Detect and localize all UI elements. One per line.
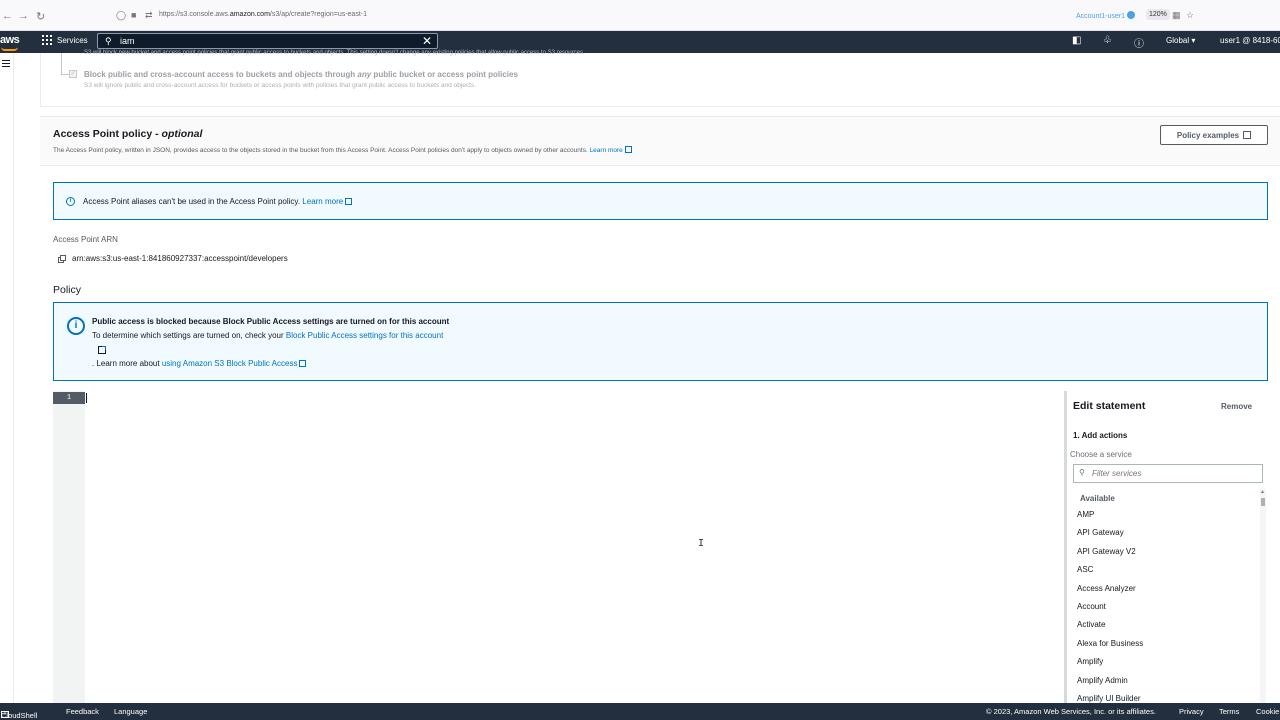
using-block-public-access-link[interactable]: using Amazon S3 Block Public Access bbox=[162, 359, 307, 368]
edit-statement-panel: Edit statement Remove 1. Add actions Cho… bbox=[1064, 391, 1280, 703]
permissions-icon[interactable]: ⇄ bbox=[145, 10, 153, 21]
mouse-ibeam-cursor-icon: I bbox=[698, 538, 705, 549]
block-public-access-panel: S3 will block new bucket and access poin… bbox=[40, 50, 1280, 107]
feedback-link[interactable]: Feedback bbox=[66, 707, 99, 716]
block-public-access-settings-link[interactable]: Block Public Access settings for this ac… bbox=[286, 331, 443, 340]
help-icon[interactable]: ⓘ bbox=[1134, 35, 1144, 50]
region-selector[interactable]: Global ▾ bbox=[1166, 36, 1195, 45]
service-item[interactable]: API Gateway V2 bbox=[1077, 546, 1257, 564]
service-item[interactable]: ASC bbox=[1077, 564, 1257, 582]
learn-more-link[interactable]: Learn more bbox=[590, 146, 632, 154]
browser-toolbar: ← → ↻ ◯ ■ ⇄ https://s3.console.aws.amazo… bbox=[0, 0, 1280, 31]
block-cross-account-checkbox[interactable]: ✓ bbox=[69, 70, 77, 78]
alert-title: Public access is blocked because Block P… bbox=[92, 317, 450, 326]
add-actions-heading: 1. Add actions bbox=[1073, 431, 1128, 440]
forward-icon[interactable]: → bbox=[18, 10, 29, 22]
remove-statement-button[interactable]: Remove bbox=[1221, 402, 1252, 411]
info-icon: i bbox=[66, 197, 75, 206]
alias-info-alert: i Access Point aliases can't be used in … bbox=[53, 182, 1268, 220]
available-heading: Available bbox=[1080, 494, 1115, 503]
service-item[interactable]: Access Analyzer bbox=[1077, 583, 1257, 601]
choose-service-label: Choose a service bbox=[1070, 450, 1132, 459]
side-navigation-rail bbox=[0, 53, 14, 703]
aws-logo[interactable]: aws bbox=[0, 34, 20, 51]
scroll-thumb[interactable] bbox=[1261, 498, 1265, 506]
lock-icon[interactable]: ■ bbox=[131, 10, 136, 20]
policy-examples-button[interactable]: Policy examples bbox=[1160, 125, 1268, 145]
extensions-icon[interactable]: ▦ bbox=[1172, 10, 1181, 21]
section-description: The Access Point policy, written in JSON… bbox=[53, 146, 632, 154]
edit-statement-title: Edit statement bbox=[1073, 400, 1146, 412]
search-input[interactable] bbox=[120, 35, 410, 47]
account-dot-icon bbox=[1127, 11, 1136, 19]
policy-json-editor[interactable]: 1 bbox=[53, 391, 1063, 703]
line-number: 1 bbox=[53, 392, 85, 404]
search-icon: ⚲ bbox=[1079, 468, 1085, 477]
shield-icon[interactable]: ◯ bbox=[116, 10, 126, 21]
info-icon: i bbox=[67, 317, 85, 335]
global-search: ⚲ ✕ bbox=[97, 33, 438, 49]
filter-services-field: ⚲ bbox=[1073, 464, 1263, 483]
text-cursor bbox=[86, 393, 87, 403]
external-link-icon[interactable] bbox=[98, 346, 106, 354]
external-link-icon bbox=[299, 360, 307, 367]
tree-connector bbox=[61, 53, 69, 75]
arn-label: Access Point ARN bbox=[53, 235, 118, 244]
reload-icon[interactable]: ↻ bbox=[36, 10, 45, 23]
grid-icon bbox=[42, 35, 52, 45]
service-item[interactable]: Alexa for Business bbox=[1077, 638, 1257, 656]
editor-gutter: 1 bbox=[53, 391, 85, 703]
services-menu-button[interactable]: Services bbox=[42, 35, 88, 45]
address-bar[interactable]: https://s3.console.aws.amazon.com/s3/ap/… bbox=[159, 11, 367, 18]
service-item[interactable]: AMP bbox=[1077, 509, 1257, 527]
block-cross-account-description: S3 will ignore public and cross-account … bbox=[84, 82, 477, 89]
service-list-scrollbar[interactable]: ▲ bbox=[1260, 489, 1266, 703]
copy-icon[interactable] bbox=[58, 255, 66, 263]
console-footer: > CloudShell Feedback Language © 2023, Am… bbox=[0, 703, 1280, 720]
alias-alert-text: Access Point aliases can't be used in th… bbox=[83, 197, 353, 206]
block-new-policies-description: S3 will block new bucket and access poin… bbox=[84, 50, 585, 56]
cookie-link[interactable]: Cookie bbox=[1256, 707, 1279, 716]
clear-search-icon[interactable]: ✕ bbox=[422, 34, 432, 48]
menu-icon[interactable] bbox=[2, 60, 10, 69]
service-item[interactable]: Amplify bbox=[1077, 656, 1257, 674]
service-item[interactable]: Amplify Admin bbox=[1077, 675, 1257, 693]
notifications-bell-icon[interactable]: ♧ bbox=[1103, 35, 1112, 46]
account-container-badge[interactable]: Account1-user1 bbox=[1076, 11, 1136, 20]
external-link-icon bbox=[624, 146, 632, 153]
copyright-text: © 2023, Amazon Web Services, Inc. or its… bbox=[986, 707, 1156, 716]
cloudshell-icon[interactable]: ◧ bbox=[1072, 35, 1081, 46]
service-item[interactable]: API Gateway bbox=[1077, 527, 1257, 545]
language-link[interactable]: Language bbox=[114, 707, 147, 716]
alert-text: To determine which settings are turned o… bbox=[92, 331, 444, 340]
external-link-icon bbox=[1243, 131, 1252, 139]
section-title: Access Point policy - optional bbox=[53, 128, 203, 140]
search-icon: ⚲ bbox=[105, 36, 112, 46]
account-menu[interactable]: user1 @ 8418-60 bbox=[1220, 36, 1280, 45]
bookmark-star-icon[interactable]: ☆ bbox=[1186, 10, 1194, 21]
alert-text-2: . Learn more about using Amazon S3 Block… bbox=[92, 359, 307, 368]
service-item[interactable]: Account bbox=[1077, 601, 1257, 619]
block-cross-account-label: Block public and cross-account access to… bbox=[84, 70, 518, 79]
public-access-blocked-alert: i Public access is blocked because Block… bbox=[53, 302, 1268, 381]
policy-title: Policy bbox=[53, 284, 82, 296]
service-list: AMP API Gateway API Gateway V2 ASC Acces… bbox=[1077, 509, 1257, 711]
service-item[interactable]: Activate bbox=[1077, 619, 1257, 637]
zoom-level[interactable]: 120% bbox=[1146, 9, 1170, 20]
filter-services-input[interactable] bbox=[1092, 468, 1257, 479]
privacy-link[interactable]: Privacy bbox=[1179, 707, 1204, 716]
arn-value: arn:aws:s3:us-east-1:841860927337:access… bbox=[72, 254, 288, 263]
scroll-up-icon[interactable]: ▲ bbox=[1260, 489, 1265, 495]
back-icon[interactable]: ← bbox=[2, 10, 13, 22]
alias-learn-more-link[interactable]: Learn more bbox=[302, 197, 353, 206]
access-point-policy-header: Access Point policy - optional The Acces… bbox=[40, 116, 1280, 166]
terms-link[interactable]: Terms bbox=[1219, 707, 1239, 716]
external-link-icon bbox=[345, 198, 353, 205]
